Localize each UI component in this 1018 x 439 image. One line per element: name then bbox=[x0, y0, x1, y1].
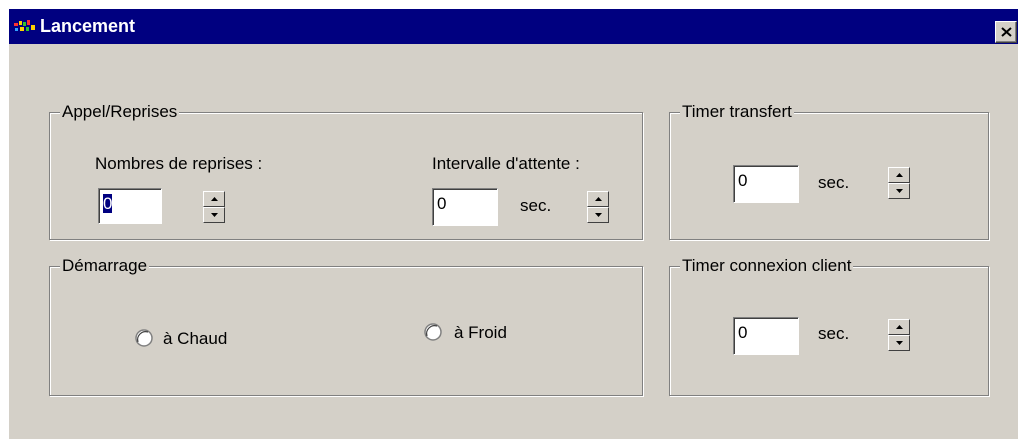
timer-transfert-group: Timer transfert 0 sec. bbox=[669, 102, 989, 240]
radio-icon bbox=[135, 329, 153, 347]
nombres-reprises-input[interactable]: 0 bbox=[98, 188, 162, 224]
intervalle-attente-value: 0 bbox=[437, 194, 447, 213]
timer-transfert-down-button[interactable] bbox=[888, 183, 910, 199]
froid-label[interactable]: à Froid bbox=[454, 323, 507, 343]
window-title: Lancement bbox=[40, 16, 136, 36]
timer-transfert-unit: sec. bbox=[818, 173, 850, 192]
timer-transfert-input[interactable]: 0 bbox=[733, 165, 799, 203]
timer-transfert-up-button[interactable] bbox=[888, 167, 910, 183]
intervalle-attente-label: Intervalle d'attente : bbox=[432, 154, 580, 173]
timer-connexion-value: 0 bbox=[738, 323, 748, 342]
arrow-down-icon bbox=[211, 213, 218, 217]
nombres-reprises-value: 0 bbox=[103, 194, 113, 213]
arrow-up-icon bbox=[211, 197, 218, 201]
intervalle-attente-spinner[interactable] bbox=[587, 191, 609, 223]
title-bar[interactable]: Lancement bbox=[9, 9, 1018, 44]
timer-connexion-unit: sec. bbox=[818, 324, 850, 343]
chaud-label[interactable]: à Chaud bbox=[163, 329, 227, 349]
appel-reprises-legend: Appel/Reprises bbox=[60, 102, 180, 122]
timer-transfert-value: 0 bbox=[738, 171, 748, 190]
intervalle-attente-input[interactable]: 0 bbox=[432, 188, 498, 226]
arrow-down-icon bbox=[896, 341, 903, 345]
arrow-up-icon bbox=[896, 325, 903, 329]
intervalle-unit-label: sec. bbox=[520, 196, 552, 215]
arrow-down-icon bbox=[595, 213, 602, 217]
arrow-up-icon bbox=[896, 173, 903, 177]
app-icon bbox=[14, 20, 35, 31]
froid-radio[interactable] bbox=[424, 323, 442, 341]
intervalle-up-button[interactable] bbox=[587, 191, 609, 207]
nombres-reprises-spinner[interactable] bbox=[203, 191, 225, 223]
chaud-radio[interactable] bbox=[135, 329, 153, 347]
appel-reprises-group: Appel/Reprises Nombres de reprises : 0 I… bbox=[49, 102, 643, 240]
radio-icon bbox=[424, 323, 442, 341]
close-button[interactable] bbox=[995, 21, 1017, 43]
nombres-reprises-up-button[interactable] bbox=[203, 191, 225, 207]
timer-transfert-spinner[interactable] bbox=[888, 167, 910, 199]
timer-connexion-input[interactable]: 0 bbox=[733, 317, 799, 355]
demarrage-legend: Démarrage bbox=[60, 256, 150, 276]
arrow-down-icon bbox=[896, 189, 903, 193]
intervalle-down-button[interactable] bbox=[587, 207, 609, 223]
timer-connexion-legend: Timer connexion client bbox=[680, 256, 854, 276]
nombres-reprises-label: Nombres de reprises : bbox=[95, 154, 263, 173]
demarrage-group: Démarrage à Chaud à Froid bbox=[49, 256, 643, 396]
lancement-dialog: Lancement Appel/Reprises Nombres de repr… bbox=[8, 8, 1018, 439]
close-icon bbox=[1001, 27, 1012, 37]
nombres-reprises-down-button[interactable] bbox=[203, 207, 225, 223]
timer-connexion-spinner[interactable] bbox=[888, 319, 910, 351]
arrow-up-icon bbox=[595, 197, 602, 201]
timer-connexion-group: Timer connexion client 0 sec. bbox=[669, 256, 989, 396]
timer-connexion-up-button[interactable] bbox=[888, 319, 910, 335]
timer-transfert-legend: Timer transfert bbox=[680, 102, 794, 122]
timer-connexion-down-button[interactable] bbox=[888, 335, 910, 351]
